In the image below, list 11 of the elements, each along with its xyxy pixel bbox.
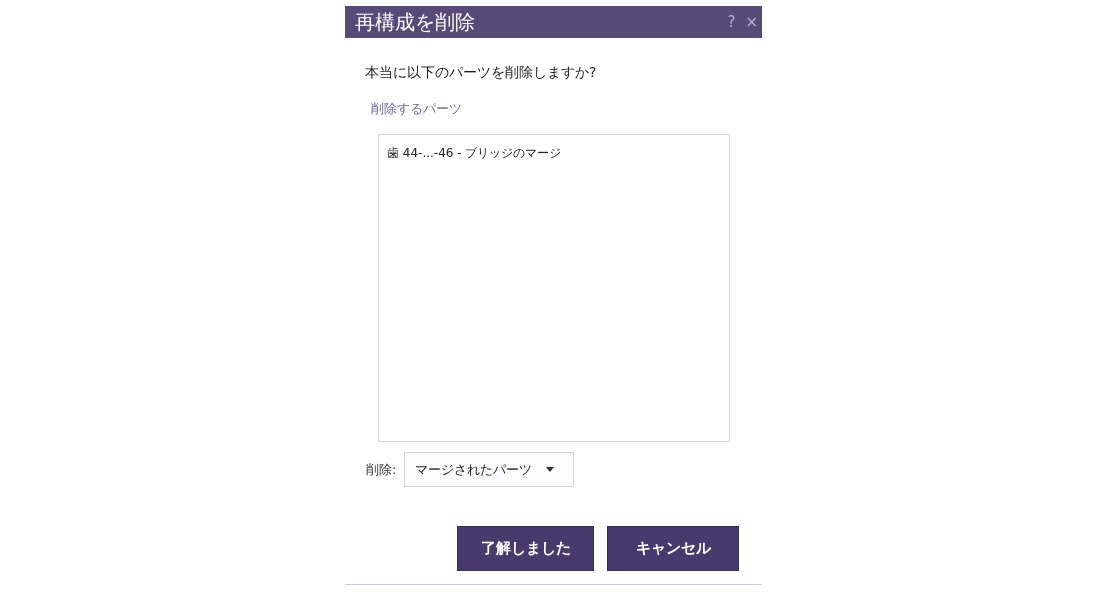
- help-button[interactable]: ?: [725, 13, 738, 31]
- ok-button[interactable]: 了解しました: [457, 526, 594, 571]
- caret-icon: [546, 467, 555, 472]
- delete-dropdown[interactable]: マージされたパーツ: [404, 452, 575, 487]
- window-title: 再構成を削除: [355, 8, 475, 36]
- cancel-button[interactable]: キャンセル: [607, 526, 739, 571]
- delete-label: 削除:: [366, 460, 397, 479]
- list-item[interactable]: 歯 44-...-46 - ブリッジのマージ: [387, 145, 721, 162]
- list-label: 削除するパーツ: [371, 100, 463, 118]
- close-button[interactable]: ×: [743, 13, 760, 31]
- confirm-question: 本当に以下のパーツを削除しますか?: [365, 64, 598, 82]
